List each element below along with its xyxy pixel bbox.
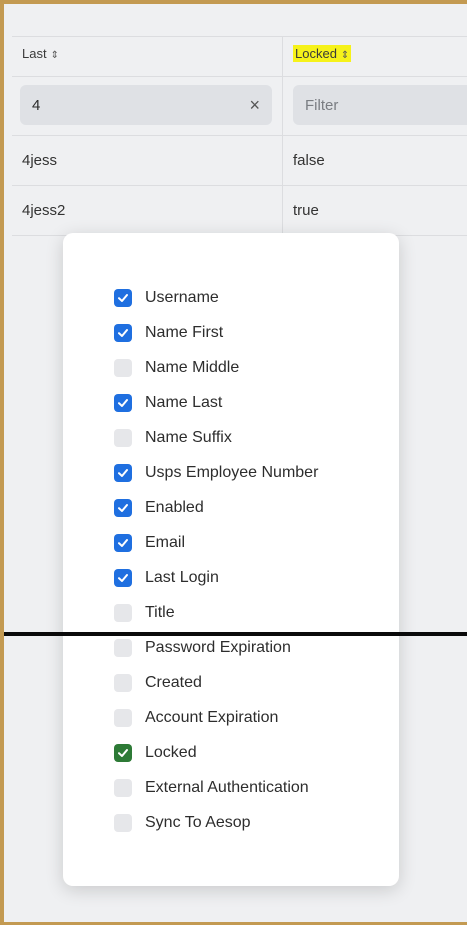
header-border: [12, 76, 467, 77]
column-option-label: Name Last: [145, 394, 223, 411]
filter-input-locked[interactable]: Filter: [293, 85, 467, 125]
column-option-label: Account Expiration: [145, 709, 279, 726]
checkbox[interactable]: [114, 289, 132, 307]
filter-row-border: [12, 135, 467, 136]
column-option[interactable]: Enabled: [114, 496, 204, 520]
column-option[interactable]: Email: [114, 531, 185, 555]
checkbox[interactable]: [114, 639, 132, 657]
column-option-label: Password Expiration: [145, 639, 291, 656]
filter-input-locked-placeholder: Filter: [305, 96, 339, 114]
column-option-label: External Authentication: [145, 779, 309, 796]
column-option-label: Title: [145, 604, 175, 621]
column-divider: [282, 36, 283, 236]
checkbox[interactable]: [114, 744, 132, 762]
filter-input-last[interactable]: 4 ×: [20, 85, 272, 125]
data-grid: Last ⇕ Locked ⇕ 4 × Filter 4jess false 4je…: [12, 36, 467, 236]
column-option[interactable]: Account Expiration: [114, 706, 278, 730]
check-icon: [118, 574, 128, 582]
table-cell-last[interactable]: 4jess2: [22, 202, 65, 219]
column-option-label: Name Suffix: [145, 429, 232, 446]
check-icon: [118, 539, 128, 547]
checkbox[interactable]: [114, 394, 132, 412]
column-picker-panel: Username Name First Name Middle Name Las…: [63, 233, 399, 886]
screenshot-frame: Last ⇕ Locked ⇕ 4 × Filter 4jess false 4je…: [0, 0, 467, 925]
check-icon: [118, 329, 128, 337]
checkbox[interactable]: [114, 499, 132, 517]
checkbox[interactable]: [114, 569, 132, 587]
column-option[interactable]: Usps Employee Number: [114, 461, 318, 485]
column-option[interactable]: Created: [114, 671, 202, 695]
column-header-locked-label: Locked: [295, 46, 337, 61]
checkbox[interactable]: [114, 464, 132, 482]
checkbox[interactable]: [114, 814, 132, 832]
divider-line: [4, 632, 467, 636]
column-option-label: Name Middle: [145, 359, 240, 376]
check-icon: [118, 399, 128, 407]
check-icon: [118, 504, 128, 512]
checkbox[interactable]: [114, 324, 132, 342]
column-header-last-label: Last: [22, 46, 47, 61]
table-cell-locked[interactable]: false: [293, 152, 325, 169]
table-cell-last[interactable]: 4jess: [22, 152, 57, 169]
column-option-label: Username: [145, 289, 219, 306]
column-option-label: Sync To Aesop: [145, 814, 251, 831]
column-option-label: Enabled: [145, 499, 204, 516]
checkbox[interactable]: [114, 779, 132, 797]
column-option-label: Locked: [145, 744, 197, 761]
checkbox[interactable]: [114, 674, 132, 692]
column-option[interactable]: Name Middle: [114, 356, 239, 380]
column-option[interactable]: Name Suffix: [114, 426, 232, 450]
column-option[interactable]: Sync To Aesop: [114, 811, 251, 835]
column-option[interactable]: Title: [114, 601, 175, 625]
check-icon: [118, 294, 128, 302]
column-option[interactable]: Name First: [114, 321, 223, 345]
column-option-label: Email: [145, 534, 186, 551]
column-header-last[interactable]: Last ⇕: [22, 46, 59, 61]
check-icon: [118, 749, 128, 757]
checkbox[interactable]: [114, 359, 132, 377]
filter-input-last-value: 4: [32, 96, 41, 114]
sort-icon[interactable]: ⇕: [341, 50, 349, 61]
sort-icon[interactable]: ⇕: [51, 50, 59, 61]
column-option[interactable]: Name Last: [114, 391, 222, 415]
column-option-label: Last Login: [145, 569, 219, 586]
column-header-locked[interactable]: Locked ⇕: [293, 45, 352, 62]
checkbox[interactable]: [114, 534, 132, 552]
column-option[interactable]: Username: [114, 286, 219, 310]
column-option[interactable]: Password Expiration: [114, 636, 291, 660]
column-option[interactable]: External Authentication: [114, 776, 309, 800]
check-icon: [118, 469, 128, 477]
column-option[interactable]: Last Login: [114, 566, 219, 590]
column-option-label: Name First: [145, 324, 224, 341]
checkbox[interactable]: [114, 429, 132, 447]
column-option-label: Usps Employee Number: [145, 464, 319, 481]
grid-top-border: [12, 36, 467, 37]
row-border: [12, 185, 467, 186]
column-option-locked[interactable]: Locked: [114, 741, 197, 765]
checkbox[interactable]: [114, 604, 132, 622]
clear-icon[interactable]: ×: [249, 95, 260, 116]
table-cell-locked[interactable]: true: [293, 202, 319, 219]
column-option-label: Created: [145, 674, 202, 691]
checkbox[interactable]: [114, 709, 132, 727]
